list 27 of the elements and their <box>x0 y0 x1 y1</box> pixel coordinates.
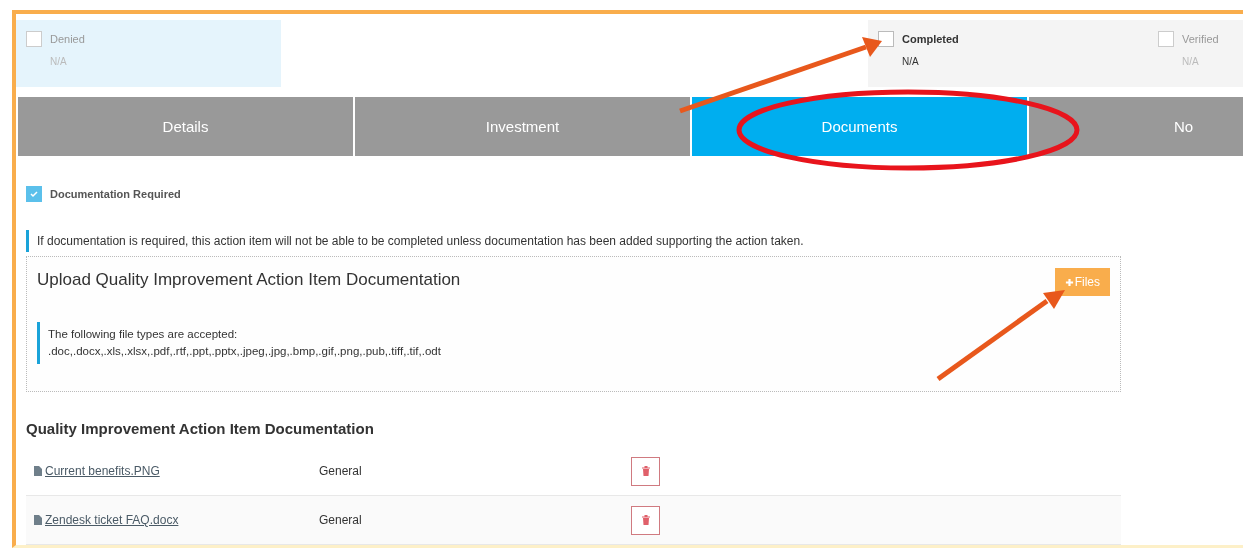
file-link[interactable]: Current benefits.PNG <box>45 464 160 478</box>
add-files-button[interactable]: Files <box>1054 268 1110 296</box>
checkbox[interactable] <box>26 186 42 202</box>
file-link[interactable]: Zendesk ticket FAQ.docx <box>45 513 179 527</box>
notice-text: If documentation is required, this action item will not be able to be completed unless documentation has been added supporting the action taken. <box>26 230 1135 252</box>
check-icon <box>29 189 39 199</box>
status-value: N/A <box>50 56 68 67</box>
upload-title: Upload Quality Improvement Action Item Documentation <box>37 270 461 290</box>
status-value: N/A <box>902 56 920 67</box>
file-icon <box>34 466 42 476</box>
category-text: General <box>319 464 362 478</box>
delete-button[interactable] <box>631 456 660 486</box>
checkbox[interactable] <box>878 31 894 47</box>
delete-button[interactable] <box>631 505 660 535</box>
trash-icon <box>641 515 650 525</box>
section-heading: Quality Improvement Action Item Documentation <box>26 420 375 437</box>
plus-icon <box>1064 277 1074 287</box>
status-label: Denied <box>50 33 85 45</box>
trash-icon <box>641 466 650 476</box>
file-icon <box>34 515 42 525</box>
checkbox-label: Documentation Required <box>50 188 181 200</box>
status-value: N/A <box>1182 56 1200 67</box>
tab[interactable]: Documents <box>692 97 1029 156</box>
status-label: Verified <box>1182 33 1219 45</box>
status-label: Completed <box>902 33 959 45</box>
category-text: General <box>319 513 362 527</box>
accepted-types-note: The following file types are accepted: .doc,.docx,.xls,.xlsx,.pdf,.rtf,.ppt,.pptx,.jpeg,.jpg,.bmp,.gif,.png,.pub,.tiff,.tif,.odt <box>37 322 1110 364</box>
